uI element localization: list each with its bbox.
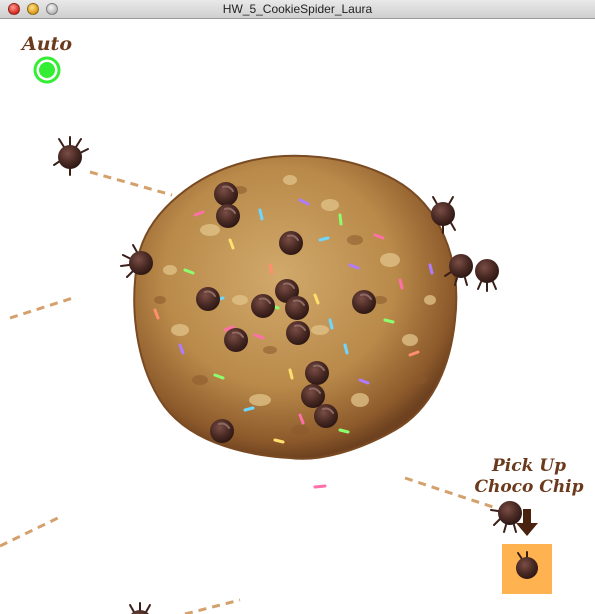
choco-chip: [209, 418, 235, 444]
auto-label: Auto: [22, 33, 73, 55]
spider-trail: [9, 295, 77, 320]
game-canvas[interactable]: Auto Pick Up Choco Chip: [0, 19, 595, 614]
choco-chip-icon: [516, 551, 538, 579]
choco-chip: [313, 403, 339, 429]
choco-chip: [195, 286, 221, 312]
choco-chip: [285, 320, 311, 346]
spider-icon[interactable]: [53, 136, 89, 176]
choco-chip: [213, 181, 239, 207]
down-arrow-icon: [516, 509, 538, 537]
cookie: [133, 154, 458, 489]
choco-chip: [250, 293, 276, 319]
spider-icon[interactable]: [128, 602, 152, 614]
choco-chip: [223, 327, 249, 353]
choco-chip: [215, 203, 241, 229]
choco-chip: [300, 383, 326, 409]
pick-up-label: Pick Up Choco Chip: [470, 456, 588, 498]
pick-up-label-line1: Pick Up: [491, 456, 566, 476]
pick-up-choco-chip-button[interactable]: [502, 544, 552, 594]
spider-trail: [0, 514, 63, 548]
choco-chip: [304, 360, 330, 386]
auto-toggle-icon[interactable]: [33, 56, 61, 84]
window-titlebar: HW_5_CookieSpider_Laura: [0, 0, 595, 19]
spider-trail: [184, 598, 241, 614]
spider-icon[interactable]: [475, 259, 499, 292]
choco-chip: [351, 289, 377, 315]
spider-trail: [89, 170, 173, 197]
window-title: HW_5_CookieSpider_Laura: [222, 2, 373, 16]
pick-up-label-line2: Choco Chip: [474, 477, 584, 497]
game-scene: [0, 136, 522, 614]
choco-chip: [284, 295, 310, 321]
choco-chip: [278, 230, 304, 256]
